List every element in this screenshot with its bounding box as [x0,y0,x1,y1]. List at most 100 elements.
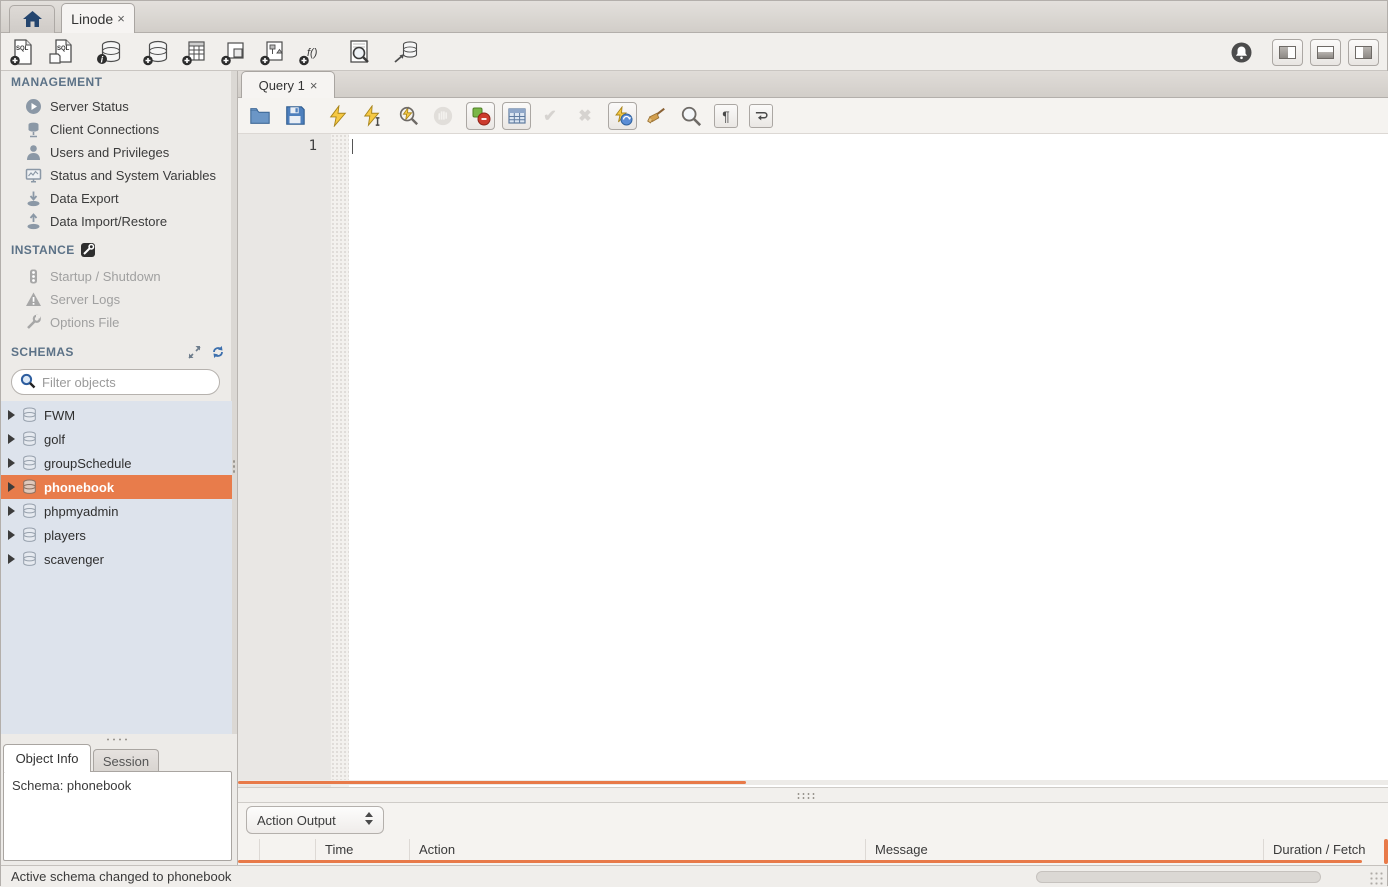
expander-icon[interactable] [8,410,15,420]
beautify-button[interactable] [644,104,668,128]
schema-filter[interactable] [11,369,220,395]
toggle-left-sidebar-button[interactable] [1272,39,1303,66]
create-function-button[interactable]: f() [298,38,326,66]
toggle-output-area-button[interactable] [1310,39,1341,66]
left-panel-icon [1279,46,1296,59]
system-variables-icon [25,167,42,184]
sidebar: MANAGEMENT Server Status Client Connecti… [1,71,238,865]
output-selector[interactable]: Action Output [246,806,384,834]
sidebar-item-options-file[interactable]: Options File [25,311,238,334]
notification-icon[interactable] [1230,41,1253,64]
schema-row-players[interactable]: players [1,523,232,547]
rollback-button[interactable]: ✖ [573,104,597,128]
output-vscroll-thumb[interactable] [1384,839,1388,864]
stop-button[interactable] [431,104,455,128]
open-sql-script-button[interactable]: SQL [48,38,76,66]
expander-icon[interactable] [8,506,15,516]
stop-on-error-toggle[interactable] [466,102,495,130]
output-hscroll-thumb[interactable] [238,860,1362,863]
sidebar-item-users-privileges[interactable]: Users and Privileges [25,141,238,164]
bottom-scroll-thumb[interactable] [1036,871,1321,883]
save-button[interactable] [283,104,307,128]
expander-icon[interactable] [8,458,15,468]
execute-current-button[interactable] [361,104,385,128]
output-col-icon[interactable] [238,839,260,862]
sidebar-item-server-status[interactable]: Server Status [25,95,238,118]
sidebar-item-startup-shutdown[interactable]: Startup / Shutdown [25,265,238,288]
search-table-data-button[interactable] [345,38,373,66]
refresh-schemas-icon[interactable] [211,345,225,362]
create-schema-button[interactable] [142,38,170,66]
connection-tab[interactable]: Linode × [61,3,135,33]
editor-hscroll-track[interactable] [238,780,1388,785]
expand-schemas-icon[interactable] [188,346,201,362]
info-panel-splitter[interactable] [105,737,127,742]
output-col-index[interactable] [260,839,316,862]
schema-icon [22,551,37,568]
connection-tab-label: Linode [71,11,113,27]
output-col-action[interactable]: Action [410,839,866,862]
expander-icon[interactable] [8,482,15,492]
output-col-message[interactable]: Message [866,839,1264,862]
object-info-panel: Schema: phonebook [3,771,232,861]
schema-row-phonebook[interactable]: phonebook [1,475,232,499]
query-tab-label: Query 1 [259,78,305,93]
new-sql-tab-button[interactable]: SQL [9,38,37,66]
output-col-time[interactable]: Time [316,839,410,862]
sidebar-item-system-variables[interactable]: Status and System Variables [25,164,238,187]
commit-button[interactable]: ✔ [538,104,562,128]
editor-gutter: 1 [238,134,331,787]
toggle-right-sidebar-button[interactable] [1348,39,1379,66]
tab-session[interactable]: Session [93,749,159,772]
instance-header: INSTANCE [11,243,95,257]
schema-tree: FWM golf groupSchedule phonebook phpmyad [1,401,232,734]
resize-grip-icon[interactable] [1369,871,1383,885]
sidebar-item-data-export[interactable]: Data Export [25,187,238,210]
query-tab[interactable]: Query 1 × [241,71,335,98]
data-export-icon [25,190,42,207]
sidebar-item-data-import[interactable]: Data Import/Restore [25,210,238,233]
output-splitter[interactable] [238,787,1388,803]
text-caret [352,139,353,154]
main-area: Query 1 × [238,71,1388,865]
management-header: MANAGEMENT [11,75,102,89]
tab-object-info[interactable]: Object Info [3,744,91,772]
close-connection-icon[interactable]: × [117,11,125,26]
editor-hscroll-thumb[interactable] [238,781,746,784]
limit-rows-toggle[interactable] [502,102,531,130]
reconnect-dbms-button[interactable] [392,38,420,66]
schema-icon [22,455,37,472]
selector-stepper-icon [365,812,373,825]
expander-icon[interactable] [8,530,15,540]
explain-button[interactable] [396,104,420,128]
sidebar-item-server-logs[interactable]: Server Logs [25,288,238,311]
schema-filter-input[interactable] [42,375,192,390]
schema-row-groupschedule[interactable]: groupSchedule [1,451,232,475]
create-procedure-button[interactable] [259,38,287,66]
execute-button[interactable] [326,104,350,128]
sql-editor[interactable]: 1 [238,134,1388,787]
sidebar-item-client-connections[interactable]: Client Connections [25,118,238,141]
create-table-button[interactable] [181,38,209,66]
schema-row-phpmyadmin[interactable]: phpmyadmin [1,499,232,523]
show-invisibles-button[interactable]: ¶ [714,104,738,128]
find-button[interactable] [679,104,703,128]
schema-row-fwm[interactable]: FWM [1,403,232,427]
autocommit-toggle[interactable] [608,102,637,130]
object-info-text: Schema: phonebook [12,778,131,793]
create-view-button[interactable] [220,38,248,66]
line-number: 1 [309,138,317,154]
expander-icon[interactable] [8,554,15,564]
open-file-button[interactable] [248,104,272,128]
sidebar-splitter-handle[interactable] [232,459,236,475]
schemas-header: SCHEMAS [11,345,74,359]
wrap-text-button[interactable] [749,104,773,128]
home-tab[interactable] [9,5,55,33]
schema-row-scavenger[interactable]: scavenger [1,547,232,571]
expander-icon[interactable] [8,434,15,444]
status-bar: Active schema changed to phonebook [1,865,1387,887]
schema-row-golf[interactable]: golf [1,427,232,451]
close-query-icon[interactable]: × [310,78,318,93]
output-col-duration[interactable]: Duration / Fetch [1264,839,1388,862]
database-info-button[interactable]: i [95,38,123,66]
